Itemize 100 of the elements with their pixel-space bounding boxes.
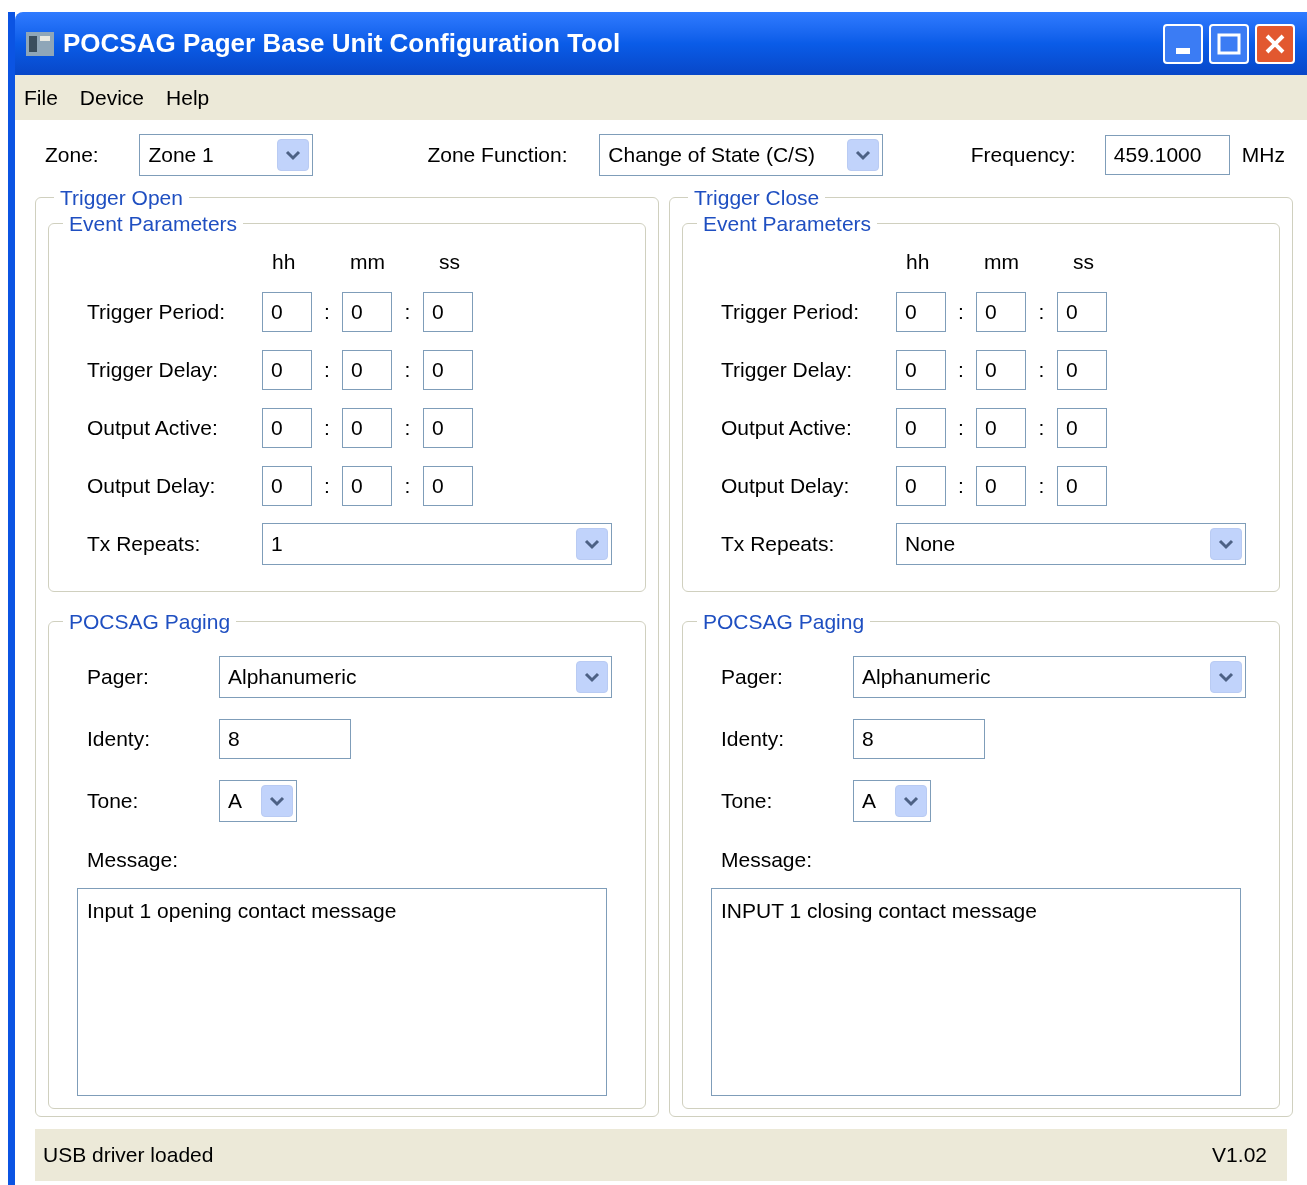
minutes-field[interactable]: 0 (342, 350, 392, 390)
identy-field[interactable]: 8 (853, 718, 985, 759)
column-header: ss (438, 248, 460, 275)
time-separator: : (323, 357, 331, 384)
identy-field[interactable]: 8 (219, 718, 351, 759)
pager-dropdown[interactable]: Alphanumeric (853, 655, 1246, 698)
pager-dropdown[interactable]: Alphanumeric (219, 655, 612, 698)
group-title: Trigger Open (59, 185, 184, 211)
time-separator: : (957, 473, 965, 500)
menu-item[interactable]: Help (166, 81, 210, 114)
seconds-field[interactable]: 0 (423, 408, 473, 448)
seconds-field[interactable]: 0 (1057, 292, 1107, 332)
group-title: POCSAG Paging (702, 609, 866, 635)
field-label: Trigger Period: (87, 299, 227, 326)
time-separator: : (323, 415, 331, 442)
time-separator: : (957, 415, 965, 442)
minutes-field[interactable]: 0 (976, 350, 1026, 390)
menu-item[interactable]: File (24, 81, 58, 114)
minutes-field[interactable]: 0 (976, 292, 1026, 332)
minutes-field[interactable]: 0 (342, 466, 392, 506)
hours-field[interactable]: 0 (896, 292, 946, 332)
hours-field[interactable]: 0 (262, 350, 312, 390)
unit-label: MHz (1241, 142, 1285, 169)
field-label: Output Active: (721, 415, 853, 442)
time-separator: : (323, 473, 331, 500)
group-title: Trigger Close (693, 185, 821, 211)
field-label: Pager: (87, 663, 150, 690)
field-label: Frequency: (970, 142, 1077, 169)
tx-repeats-dropdown[interactable]: None (896, 523, 1246, 565)
group-title: Event Parameters (68, 210, 239, 237)
minutes-field[interactable]: 0 (976, 466, 1026, 506)
status-text: USB driver loaded (43, 1142, 214, 1169)
close-button[interactable] (1255, 23, 1295, 64)
field-label: Tx Repeats: (721, 531, 836, 558)
time-separator: : (1037, 415, 1046, 442)
field-label: Message: (87, 846, 179, 873)
column-header: ss (1072, 248, 1094, 275)
hours-field[interactable]: 0 (262, 292, 312, 332)
field-label: Output Active: (87, 415, 219, 442)
zone-dropdown[interactable]: Zone 1 (139, 134, 314, 176)
time-separator: : (1037, 473, 1046, 500)
field-label: Zone Function: (427, 142, 569, 169)
minimize-icon (1176, 47, 1190, 54)
field-label: Zone: (44, 142, 100, 169)
maximize-icon (1217, 32, 1241, 55)
column-header: mm (349, 248, 386, 275)
message-text-area[interactable]: Input 1 opening contact message (77, 887, 607, 1096)
field-label: Trigger Delay: (87, 357, 220, 384)
time-separator: : (957, 357, 965, 384)
column-header: mm (983, 248, 1020, 275)
time-separator: : (1037, 357, 1046, 384)
field-label: Pager: (721, 663, 784, 690)
time-separator: : (403, 415, 412, 442)
seconds-field[interactable]: 0 (423, 466, 473, 506)
field-label: Message: (721, 846, 813, 873)
column-header: hh (271, 248, 297, 275)
field-label: Trigger Period: (721, 299, 861, 326)
seconds-field[interactable]: 0 (1057, 466, 1107, 506)
tone-dropdown[interactable]: A (853, 779, 931, 822)
field-label: Tone: (87, 787, 140, 814)
menu-item[interactable]: Device (79, 81, 145, 114)
seconds-field[interactable]: 0 (423, 292, 473, 332)
time-separator: : (403, 299, 412, 326)
field-label: Output Delay: (721, 473, 851, 500)
seconds-field[interactable]: 0 (1057, 350, 1107, 390)
version-text: V1.02 (1212, 1142, 1268, 1169)
minutes-field[interactable]: 0 (976, 408, 1026, 448)
field-label: Tx Repeats: (87, 531, 202, 558)
hours-field[interactable]: 0 (262, 408, 312, 448)
time-separator: : (1037, 299, 1046, 326)
tx-repeats-dropdown[interactable]: 1 (262, 523, 612, 565)
field-label: Output Delay: (87, 473, 217, 500)
app-icon (25, 29, 55, 58)
hours-field[interactable]: 0 (896, 408, 946, 448)
time-separator: : (323, 299, 331, 326)
tone-dropdown[interactable]: A (219, 779, 297, 822)
minutes-field[interactable]: 0 (342, 292, 392, 332)
hours-field[interactable]: 0 (896, 466, 946, 506)
frequency-field[interactable]: 459.1000 (1104, 135, 1230, 175)
time-separator: : (957, 299, 965, 326)
field-label: Identy: (721, 725, 786, 752)
seconds-field[interactable]: 0 (1057, 408, 1107, 448)
field-label: Tone: (721, 787, 774, 814)
time-separator: : (403, 357, 412, 384)
group-title: POCSAG Paging (68, 609, 232, 635)
group-title: Event Parameters (702, 210, 873, 237)
minutes-field[interactable]: 0 (342, 408, 392, 448)
minimize-button[interactable] (1163, 23, 1203, 64)
window-title: POCSAG Pager Base Unit Configuration Tool (63, 27, 621, 60)
seconds-field[interactable]: 0 (423, 350, 473, 390)
hours-field[interactable]: 0 (262, 466, 312, 506)
maximize-button[interactable] (1209, 23, 1249, 64)
message-text-area[interactable]: INPUT 1 closing contact message (711, 887, 1241, 1096)
zone-function-dropdown[interactable]: Change of State (C/S) (599, 134, 883, 176)
close-icon (1264, 32, 1286, 55)
field-label: Trigger Delay: (721, 357, 854, 384)
field-label: Identy: (87, 725, 152, 752)
time-separator: : (403, 473, 412, 500)
hours-field[interactable]: 0 (896, 350, 946, 390)
column-header: hh (905, 248, 931, 275)
